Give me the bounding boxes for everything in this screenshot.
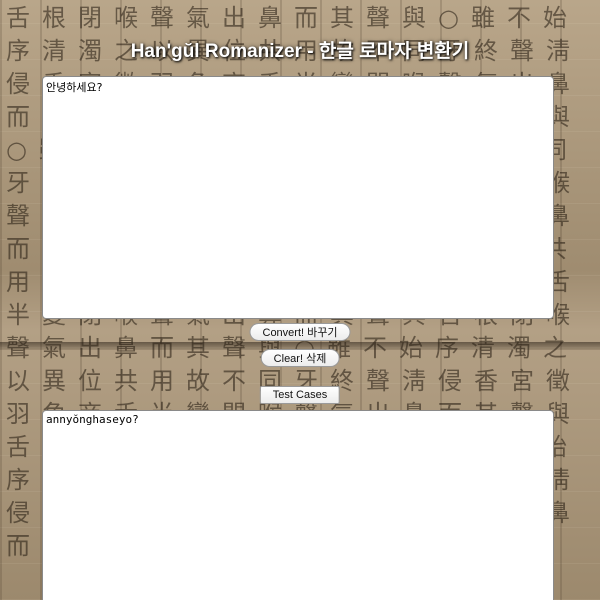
clear-button[interactable]: Clear! 삭제: [260, 349, 340, 367]
test-cases-button[interactable]: Test Cases: [259, 386, 341, 404]
hangul-input[interactable]: 안녕하세요?: [42, 76, 554, 319]
convert-button[interactable]: Convert! 바꾸기: [249, 323, 351, 341]
romanized-output[interactable]: annyŏnghaseyo?: [42, 410, 554, 600]
page-title: Han'gŭl Romanizer - 한글 로마자 변환기: [130, 41, 470, 62]
